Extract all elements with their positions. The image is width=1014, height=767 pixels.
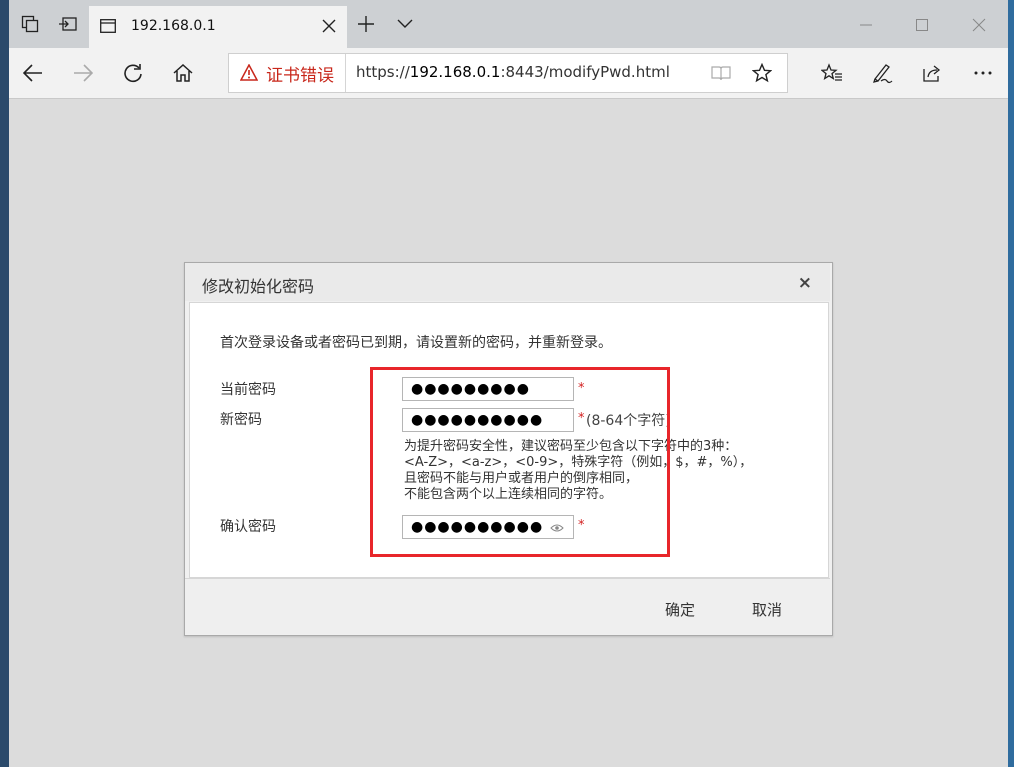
close-icon[interactable] [319,16,339,36]
url-field[interactable]: 证书错误 https://192.168.0.1:8443/modifyPwd.… [228,53,788,93]
refresh-icon[interactable] [120,60,146,86]
cancel-button[interactable]: 取消 [752,599,782,620]
address-bar: 证书错误 https://192.168.0.1:8443/modifyPwd.… [9,48,1008,99]
chevron-down-icon[interactable] [390,9,420,39]
share-icon[interactable] [919,60,945,86]
window-close-icon[interactable] [968,14,990,36]
modify-password-dialog: 修改初始化密码 × 首次登录设备或者密码已到期，请设置新的密码，并重新登录。 当… [184,262,833,636]
reading-view-icon[interactable] [710,62,732,84]
tab-set-aside-icon[interactable] [15,9,45,39]
cert-error-label: 证书错误 [266,65,334,86]
minimize-icon[interactable] [855,14,877,36]
favorites-list-icon[interactable] [819,60,845,86]
tab-bar: 192.168.0.1 [9,0,1008,48]
page-icon [100,19,116,33]
desktop-right-edge [1008,0,1014,767]
dialog-header: 修改初始化密码 × [185,263,830,301]
tab-title: 192.168.0.1 [131,18,216,34]
home-icon[interactable] [170,60,196,86]
cert-error-button[interactable]: 证书错误 [229,54,346,92]
maximize-icon[interactable] [911,14,933,36]
highlight-box [370,367,670,557]
dialog-footer: 确定 取消 [185,578,830,634]
dialog-title: 修改初始化密码 [202,277,315,296]
confirm-password-label: 确认密码 [220,519,276,535]
forward-icon[interactable] [70,60,96,86]
dialog-close-button[interactable]: × [798,273,812,293]
tab-active[interactable]: 192.168.0.1 [89,6,347,48]
desktop-left-edge [0,0,9,767]
current-password-label: 当前密码 [220,382,276,398]
pen-icon[interactable] [869,60,895,86]
url-text: https://192.168.0.1:8443/modifyPwd.html [356,63,670,81]
new-tab-icon[interactable] [351,9,381,39]
dialog-body: 首次登录设备或者密码已到期，请设置新的密码，并重新登录。 当前密码 * 新密码 … [189,302,829,578]
dialog-intro-text: 首次登录设备或者密码已到期，请设置新的密码，并重新登录。 [220,335,612,351]
back-icon[interactable] [20,60,46,86]
warning-icon [240,64,258,81]
more-icon[interactable] [970,60,996,86]
confirm-button[interactable]: 确定 [665,599,695,620]
new-password-label: 新密码 [220,412,262,428]
tab-preview-icon[interactable] [53,9,83,39]
favorite-star-icon[interactable] [751,62,773,84]
